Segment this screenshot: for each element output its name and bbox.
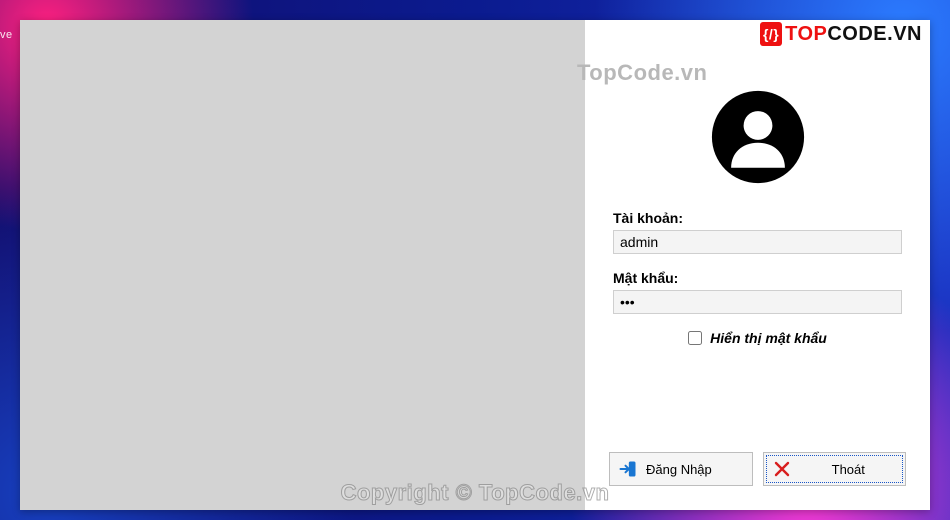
brand-text-code: CODE [827, 23, 887, 45]
account-field: Tài khoản: [613, 210, 902, 254]
button-row: Đăng Nhập Thoát [605, 452, 910, 492]
right-panel: {/} TOPCODE.VN TopCode.vn Tài khoản: Mật… [585, 20, 930, 510]
bg-text-fragment: ve [0, 29, 13, 41]
password-input[interactable] [613, 290, 902, 314]
password-field: Mật khẩu: [613, 270, 902, 314]
login-arrow-icon [618, 459, 638, 479]
password-label: Mật khẩu: [613, 270, 902, 286]
brand-text-suffix: .VN [887, 23, 922, 45]
show-password-row: Hiển thị mật khẩu [613, 330, 902, 346]
left-panel [20, 20, 585, 510]
login-form: Tài khoản: Mật khẩu: Hiển thị mật khẩu [605, 210, 910, 346]
watermark-top: TopCode.vn [577, 60, 707, 86]
brand-mark-icon: {/} [760, 22, 782, 46]
show-password-checkbox[interactable] [688, 331, 702, 345]
account-label: Tài khoản: [613, 210, 902, 226]
avatar-icon [710, 89, 806, 190]
brand-logo: {/} TOPCODE.VN [760, 22, 922, 46]
login-button-label: Đăng Nhập [646, 462, 712, 477]
brand-text-top: TOP [785, 23, 827, 45]
exit-button[interactable]: Thoát [763, 452, 907, 486]
show-password-label[interactable]: Hiển thị mật khẩu [710, 330, 827, 346]
login-button[interactable]: Đăng Nhập [609, 452, 753, 486]
login-window: {/} TOPCODE.VN TopCode.vn Tài khoản: Mật… [20, 20, 930, 510]
exit-button-label: Thoát [800, 462, 898, 477]
close-x-icon [772, 459, 792, 479]
account-input[interactable] [613, 230, 902, 254]
